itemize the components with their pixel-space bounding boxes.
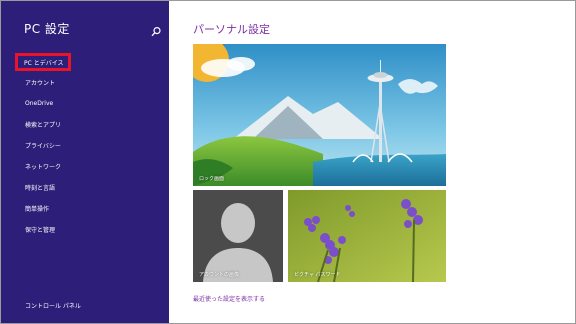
sidebar-item-label: 簡単操作 xyxy=(25,206,50,213)
sidebar-item-privacy[interactable]: プライバシー xyxy=(16,136,156,155)
sidebar-item-network[interactable]: ネットワーク xyxy=(16,157,156,176)
control-panel-link[interactable]: コントロール パネル xyxy=(25,301,81,310)
sidebar-item-update-recovery[interactable]: 保守と管理 xyxy=(16,220,156,239)
sidebar-item-search-apps[interactable]: 検索とアプリ xyxy=(16,115,156,134)
user-avatar-icon xyxy=(193,190,283,282)
sidebar-item-label: アカウント xyxy=(25,80,56,87)
sidebar-item-accounts[interactable]: アカウント xyxy=(16,73,156,92)
sidebar-item-label: 検索とアプリ xyxy=(25,122,62,129)
picture-password-label: ピクチャ パスワード xyxy=(294,272,341,278)
sidebar-item-label: ネットワーク xyxy=(25,164,62,171)
account-picture-label: アカウントの画像 xyxy=(199,272,240,278)
picture-password-image xyxy=(288,190,446,282)
page-title: パーソナル設定 xyxy=(193,23,270,36)
lock-screen-image xyxy=(193,44,446,186)
main-content: パーソナル設定 ロック画面 アカウントの画像 ピクチャ パスワード 最近使った設… xyxy=(170,1,574,323)
sidebar-item-label: OneDrive xyxy=(25,100,54,107)
recent-settings-link[interactable]: 最近使った設定を表示する xyxy=(193,294,265,303)
sidebar-item-time-language[interactable]: 時刻と言語 xyxy=(16,178,156,197)
sidebar: PC 設定 PC とデバイス アカウント OneDrive 検索とアプリ プライ… xyxy=(1,1,169,323)
picture-password-tile[interactable]: ピクチャ パスワード xyxy=(288,190,446,282)
app-title: PC 設定 xyxy=(24,22,70,36)
sidebar-item-label: PC とデバイス xyxy=(24,59,64,67)
sidebar-item-label: 時刻と言語 xyxy=(25,185,56,192)
sidebar-item-onedrive[interactable]: OneDrive xyxy=(16,94,156,113)
lock-screen-label: ロック画面 xyxy=(199,176,225,182)
lock-screen-tile[interactable]: ロック画面 xyxy=(193,44,446,186)
sidebar-item-pc-devices[interactable]: PC とデバイス xyxy=(15,53,71,71)
sidebar-item-ease-of-access[interactable]: 簡単操作 xyxy=(16,199,156,218)
sidebar-item-label: プライバシー xyxy=(25,143,61,150)
sidebar-item-label: 保守と管理 xyxy=(25,227,56,234)
account-picture-tile[interactable]: アカウントの画像 xyxy=(193,190,283,282)
search-icon[interactable] xyxy=(150,23,162,37)
